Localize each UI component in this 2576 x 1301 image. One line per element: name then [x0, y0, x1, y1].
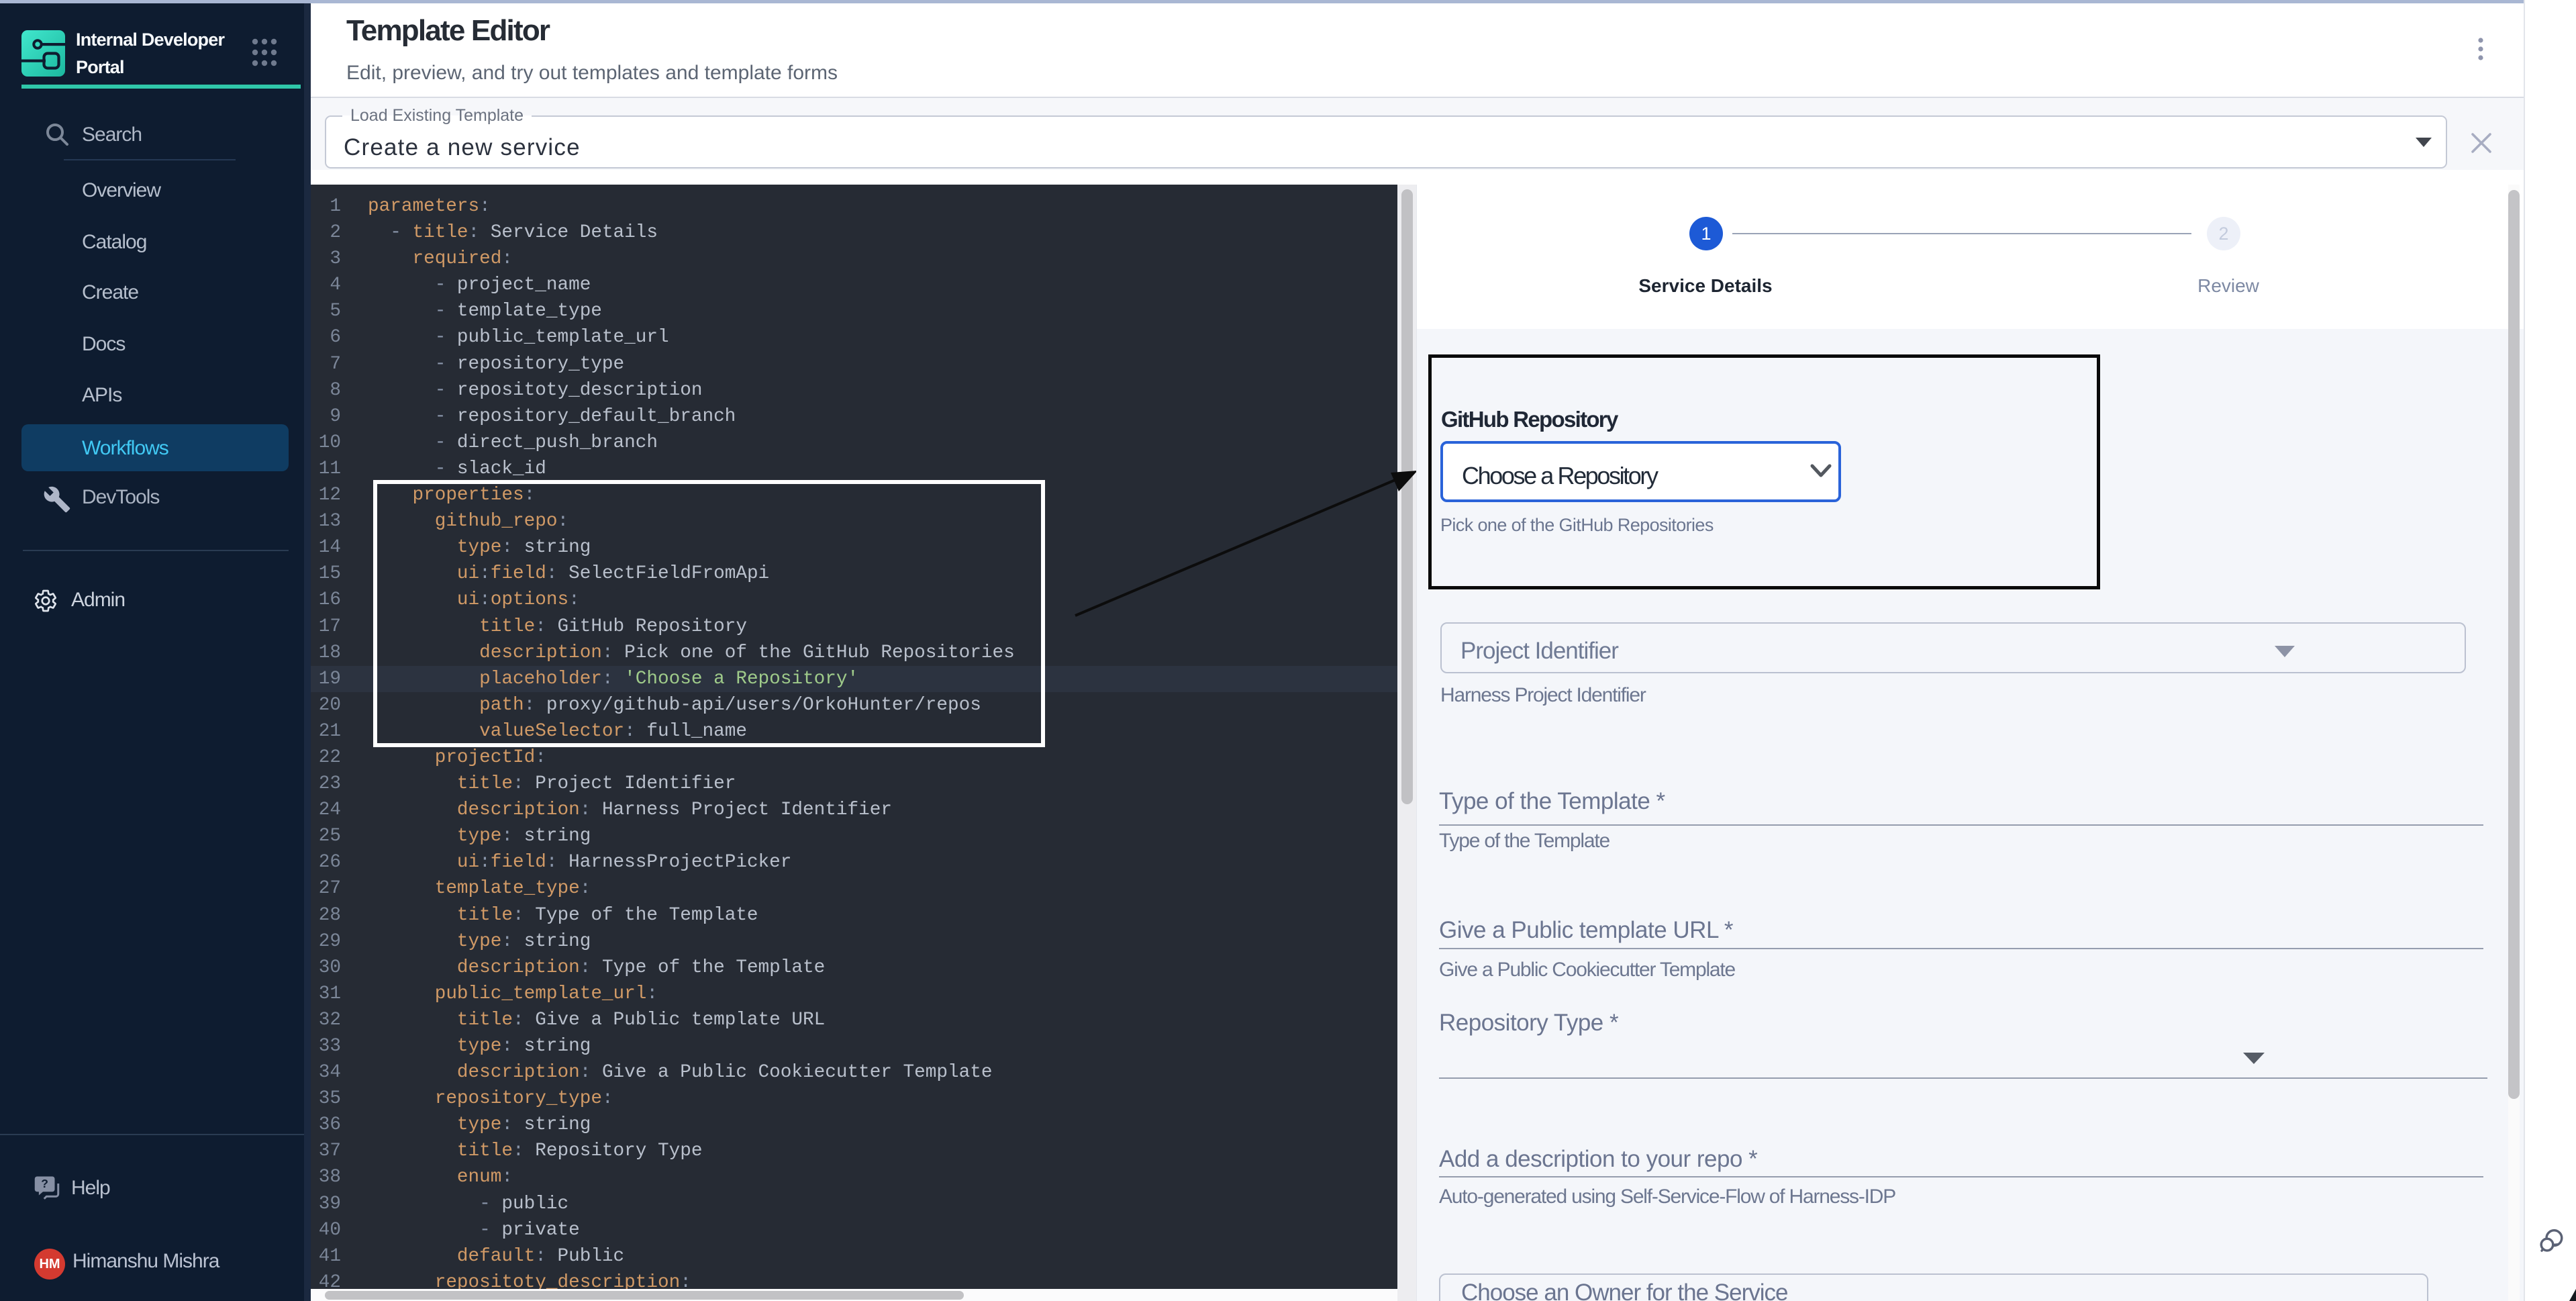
svg-text:?: ?: [41, 1177, 48, 1190]
